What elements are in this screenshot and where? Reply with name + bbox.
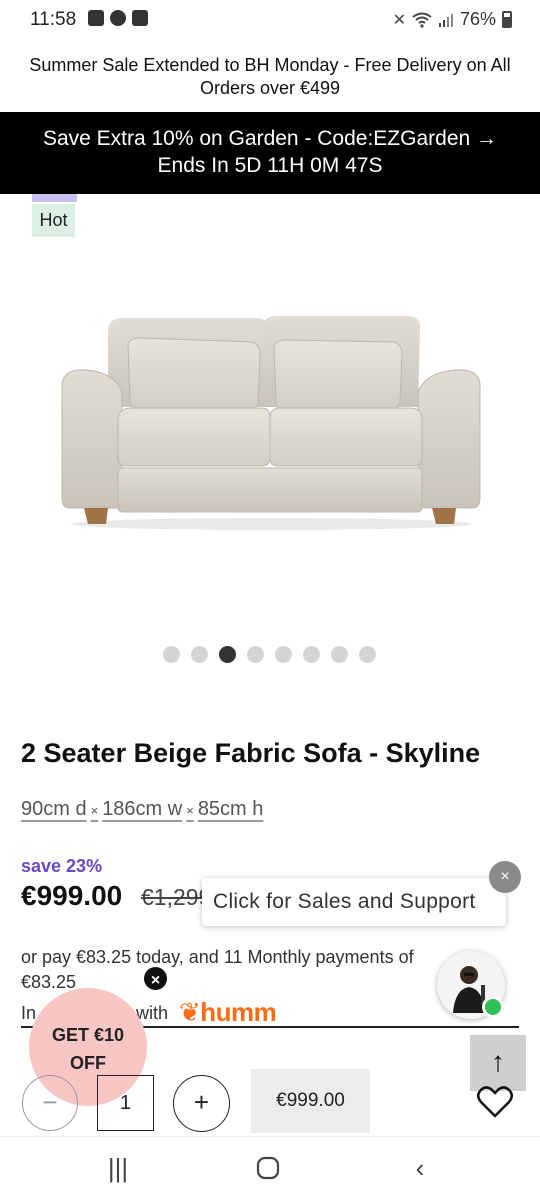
humm-name: humm <box>200 997 277 1027</box>
support-bubble-close-button[interactable]: × <box>489 861 521 893</box>
screen-record-icon <box>132 10 148 26</box>
quantity-increase-button[interactable]: + <box>173 1075 230 1132</box>
humm-logo: ❦humm <box>179 997 277 1027</box>
sales-support-bubble[interactable]: Click for Sales and Support <box>202 878 506 926</box>
carousel-dot[interactable] <box>163 646 180 663</box>
chat-icon <box>110 10 126 26</box>
dim-separator: × <box>186 803 194 818</box>
dim-width: 186cm w <box>102 798 183 820</box>
product-image-sofa[interactable] <box>56 312 486 534</box>
gallery-icon <box>88 10 104 26</box>
carousel-dot[interactable] <box>219 646 236 663</box>
home-button[interactable] <box>248 1153 288 1185</box>
carousel-dot[interactable] <box>247 646 264 663</box>
image-carousel-dots <box>163 646 376 663</box>
heart-icon[interactable] <box>476 1085 514 1119</box>
home-icon <box>256 1156 280 1180</box>
battery-icon <box>502 11 512 28</box>
signal-icon <box>438 13 453 27</box>
carousel-dot[interactable] <box>191 646 208 663</box>
system-nav-bar: ||| ‹ <box>0 1136 540 1200</box>
coupon-close-button[interactable]: × <box>142 965 169 992</box>
carousel-dot[interactable] <box>331 646 348 663</box>
battery-percent: 76% <box>459 9 496 29</box>
dim-depth: 90cm d <box>21 798 87 820</box>
notification-icons <box>88 10 148 26</box>
sale-banner[interactable]: Save Extra 10% on Garden - Code:EZGarden… <box>0 112 540 194</box>
back-button[interactable]: ‹ <box>400 1153 440 1185</box>
recents-button[interactable]: ||| <box>98 1153 138 1185</box>
quantity-decrease-button[interactable]: − <box>22 1075 78 1131</box>
add-to-basket-price-button[interactable]: €999.00 <box>251 1069 370 1133</box>
wifi-icon <box>412 12 432 28</box>
hot-badge: Hot <box>32 204 75 237</box>
status-time: 11:58 <box>30 9 77 30</box>
carousel-dot[interactable] <box>303 646 320 663</box>
original-price: €1,299.00 <box>141 884 203 910</box>
current-price: €999.00 <box>21 880 123 911</box>
dim-height: 85cm h <box>197 798 264 820</box>
product-dimensions[interactable]: 90cm d × 186cm w × 85cm h <box>21 798 263 821</box>
badge-accent <box>32 194 77 202</box>
mute-icon: ✕ <box>392 11 406 29</box>
coupon-line1: GET €10 <box>51 1025 125 1045</box>
online-status-dot <box>482 996 504 1018</box>
coupon-line2: OFF <box>70 1053 106 1073</box>
status-bar: 11:58 ✕ 76% <box>0 0 540 40</box>
promo-message[interactable]: Summer Sale Extended to BH Monday - Free… <box>0 48 540 110</box>
system-icons: ✕ 76% <box>393 9 512 30</box>
product-title: 2 Seater Beige Fabric Sofa - Skyline <box>21 738 481 768</box>
dim-separator: × <box>90 803 99 818</box>
sale-banner-offer: Save Extra 10% on Garden - Code:EZGarden… <box>42 127 498 150</box>
back-to-top-button[interactable]: ↑ <box>470 1035 526 1091</box>
carousel-dot[interactable] <box>359 646 376 663</box>
quantity-input[interactable]: 1 <box>97 1075 154 1131</box>
sale-banner-countdown: Ends In 5D 11H 0M 47S <box>157 154 383 177</box>
save-percentage: save 23% <box>21 856 103 876</box>
carousel-dot[interactable] <box>275 646 292 663</box>
